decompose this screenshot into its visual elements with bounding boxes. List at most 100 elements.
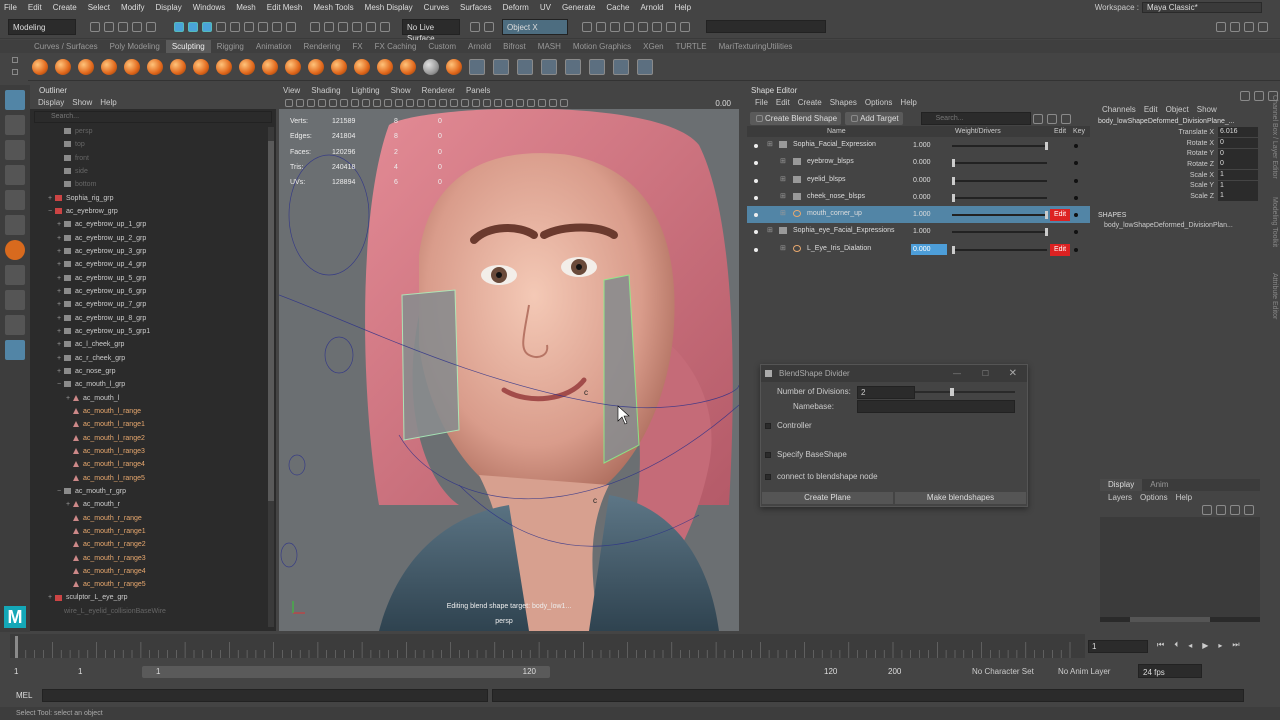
channel-box-menu-object[interactable]: Object (1158, 103, 1189, 116)
shape-editor-row[interactable]: ⊞ eyelid_blsps 0.000 (747, 172, 1090, 189)
divisions-slider[interactable] (915, 388, 1015, 396)
weight-slider[interactable] (952, 193, 1047, 202)
shadows-icon[interactable] (471, 99, 480, 107)
visibility-toggle-icon[interactable] (754, 247, 758, 252)
outliner-item[interactable]: ac_mouth_l_range2 (30, 432, 276, 445)
xray-joints-icon[interactable] (537, 99, 546, 107)
channel-box-icon-2[interactable] (1254, 91, 1264, 101)
outliner-item[interactable]: + ac_mouth_r (30, 498, 276, 511)
outliner-item[interactable]: + ac_eyebrow_up_2_grp (30, 232, 276, 245)
viewport-menu-lighting[interactable]: Lighting (341, 85, 380, 97)
safe-title-icon[interactable] (405, 99, 414, 107)
paint-select-tool-icon[interactable] (5, 140, 25, 160)
menu-file[interactable]: File (0, 0, 24, 15)
menu-edit-mesh[interactable]: Edit Mesh (263, 0, 310, 15)
expand-toggle-icon[interactable]: − (57, 485, 64, 498)
go-to-start-icon[interactable]: ⏮ (1157, 640, 1164, 650)
menu-cache[interactable]: Cache (602, 0, 636, 15)
channel-box-menu-edit[interactable]: Edit (1136, 103, 1158, 116)
expand-toggle-icon[interactable]: ⊞ (767, 226, 773, 234)
menu-curves[interactable]: Curves (420, 0, 456, 15)
outliner-item[interactable]: + ac_eyebrow_up_5_grp1 (30, 325, 276, 338)
shelf-tab-maritexturingutilities[interactable]: MariTexturingUtilities (713, 40, 799, 53)
weight-value[interactable]: 0.000 (911, 157, 947, 168)
select-by-type-icon[interactable] (216, 21, 226, 32)
outliner-item[interactable]: wire_L_eyelid_collisionBaseWire (30, 605, 276, 618)
mask-icon[interactable] (469, 58, 485, 75)
outliner-item[interactable]: ac_mouth_r_range3 (30, 552, 276, 565)
outliner-item[interactable]: + ac_r_cheek_grp (30, 352, 276, 365)
command-input[interactable] (42, 688, 489, 702)
outliner-item[interactable]: − ac_mouth_r_grp (30, 485, 276, 498)
channel-attr-row[interactable]: Rotate X 0 (1094, 138, 1280, 149)
lighting-icon[interactable] (460, 99, 469, 107)
outliner-item[interactable]: ac_mouth_r_range1 (30, 525, 276, 538)
outliner-item[interactable]: + ac_mouth_l (30, 392, 276, 405)
object-mode-icon[interactable] (188, 21, 198, 32)
visibility-toggle-icon[interactable] (754, 213, 758, 218)
outliner-item[interactable]: ac_mouth_r_range5 (30, 578, 276, 591)
select-curves-icon[interactable] (244, 21, 254, 32)
quick-search-field[interactable] (706, 20, 826, 33)
visibility-toggle-icon[interactable] (754, 144, 758, 148)
expand-toggle-icon[interactable]: ⊞ (780, 175, 786, 183)
open-scene-icon[interactable] (104, 21, 114, 32)
new-scene-icon[interactable] (90, 21, 100, 32)
channel-attr-value[interactable]: 1 (1218, 170, 1258, 181)
pose-editor-icon[interactable] (589, 58, 605, 75)
menu-create[interactable]: Create (49, 0, 84, 15)
weight-slider[interactable] (952, 176, 1047, 185)
key-icon[interactable] (1074, 195, 1078, 200)
key-icon[interactable] (1074, 247, 1078, 252)
viewport-menu-shading[interactable]: Shading (300, 85, 340, 97)
bookmark-icon[interactable] (295, 99, 304, 107)
playback-end[interactable]: 120 (824, 667, 837, 676)
current-frame-field[interactable]: 1 (1088, 640, 1148, 653)
create-blend-shape-button[interactable]: Create Blend Shape (750, 112, 842, 125)
outliner-item[interactable]: − ac_mouth_l_grp (30, 378, 276, 391)
ssao-icon[interactable] (482, 99, 491, 107)
shape-editor-icon[interactable] (541, 58, 557, 75)
outliner-item[interactable]: + ac_nose_grp (30, 365, 276, 378)
shelf-tab-sculpting[interactable]: Sculpting (165, 40, 211, 53)
weight-value[interactable]: 0.000 (911, 175, 947, 186)
menu-select[interactable]: Select (84, 0, 117, 15)
bake-mesh-icon[interactable] (613, 58, 629, 75)
step-back-frame-icon[interactable]: ◂ (1188, 641, 1192, 650)
select-joints-icon[interactable] (230, 21, 240, 32)
channel-attr-value[interactable]: 0 (1218, 159, 1258, 170)
weight-slider-handle[interactable] (952, 193, 955, 202)
shape-editor-menu-edit[interactable]: Edit (768, 96, 790, 109)
outliner-item[interactable]: + ac_eyebrow_up_4_grp (30, 258, 276, 271)
shelf-tab-rendering[interactable]: Rendering (297, 40, 346, 53)
toggle-attribute-editor-icon[interactable] (1230, 21, 1240, 32)
go-to-end-icon[interactable]: ⏭ (1232, 640, 1239, 650)
end-time[interactable]: 200 (888, 667, 901, 676)
scrape-brush-icon[interactable] (284, 58, 301, 75)
outliner-item[interactable]: + ac_eyebrow_up_1_grp (30, 218, 276, 231)
shelf-tab-motion-graphics[interactable]: Motion Graphics (567, 40, 637, 53)
safe-action-icon[interactable] (394, 99, 403, 107)
expand-toggle-icon[interactable]: + (57, 338, 64, 351)
channel-attr-value[interactable]: 0 (1218, 138, 1258, 149)
move-tool-icon[interactable] (5, 165, 25, 185)
step-back-key-icon[interactable]: ⏴ (1174, 640, 1178, 650)
visibility-toggle-icon[interactable] (754, 230, 758, 235)
layer-move-down-icon[interactable] (1216, 505, 1226, 515)
new-folder-icon[interactable] (1032, 113, 1043, 124)
shape-editor-menu-options[interactable]: Options (857, 96, 893, 109)
fps-dropdown[interactable]: 24 fps (1138, 664, 1202, 678)
shape-editor-search-input[interactable]: Search... (920, 112, 1031, 125)
channel-attr-row[interactable]: Rotate Y 0 (1094, 148, 1280, 159)
expand-toggle-icon[interactable]: + (48, 192, 55, 205)
divisions-slider-handle[interactable] (950, 388, 954, 396)
arnold-render-icon[interactable] (652, 21, 662, 32)
connect-blendshape-checkbox[interactable]: connect to blendshape node (765, 472, 878, 481)
expand-toggle-icon[interactable]: + (57, 218, 64, 231)
arnold-ipr-icon[interactable] (680, 21, 690, 32)
layer-menu-options[interactable]: Options (1132, 491, 1168, 504)
channel-box-menu-channels[interactable]: Channels (1094, 103, 1136, 116)
hierarchy-mode-icon[interactable] (174, 21, 184, 32)
channel-attr-row[interactable]: Translate X 6.016 (1094, 127, 1280, 138)
amplify-brush-icon[interactable] (399, 58, 416, 75)
